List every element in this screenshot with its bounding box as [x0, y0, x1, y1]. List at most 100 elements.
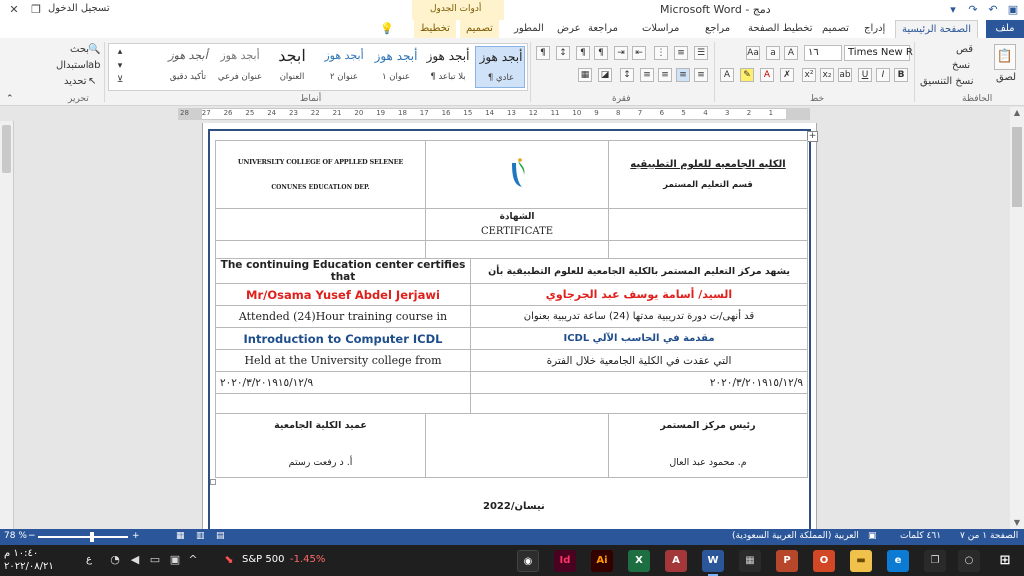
tab-design[interactable]: تصميم: [816, 20, 855, 38]
tab-references[interactable]: مراجع: [699, 20, 736, 38]
table-cell[interactable]: الشهادة CERTIFICATE: [425, 208, 609, 241]
access-icon[interactable]: A: [665, 550, 687, 572]
excel-icon[interactable]: X: [628, 550, 650, 572]
document-page[interactable]: + UNIVERSLTY COLLEGE OF APPLLED SELENEE …: [202, 123, 818, 531]
illustrator-icon[interactable]: Ai: [591, 550, 613, 572]
table-resize-handle-icon[interactable]: [210, 479, 216, 485]
clear-format-icon[interactable]: ✗: [780, 68, 794, 82]
justify-icon[interactable]: ≡: [640, 68, 654, 82]
store-icon[interactable]: ▦: [739, 550, 761, 572]
paste-button[interactable]: لصق: [996, 72, 1016, 83]
shrink-font-icon[interactable]: a: [766, 46, 780, 60]
table-cell[interactable]: [608, 208, 808, 241]
strikethrough-icon[interactable]: ab: [838, 68, 852, 82]
bold-button[interactable]: B: [894, 68, 908, 82]
bullets-icon[interactable]: ☰: [694, 46, 708, 60]
tab-insert[interactable]: إدراج: [858, 20, 891, 38]
superscript-icon[interactable]: x²: [802, 68, 816, 82]
web-layout-icon[interactable]: ▦: [176, 531, 185, 541]
ltr-icon[interactable]: ¶: [576, 46, 590, 60]
zoom-slider-thumb[interactable]: [90, 532, 94, 542]
table-cell[interactable]: [215, 393, 471, 414]
align-right-icon[interactable]: ≡: [694, 68, 708, 82]
scroll-up-arrow-icon[interactable]: ▲: [1010, 107, 1024, 119]
clock-date[interactable]: ٢٠٢٢/٠٨/٢١: [4, 561, 54, 572]
font-name-box[interactable]: Times New R: [844, 45, 913, 61]
zoom-slider[interactable]: [38, 536, 128, 538]
style-title[interactable]: ابجد العنوان: [267, 46, 317, 88]
table-cell[interactable]: [215, 208, 426, 241]
table-cell[interactable]: [425, 140, 609, 209]
line-spacing-icon[interactable]: ↕: [620, 68, 634, 82]
start-icon[interactable]: ⊞: [994, 550, 1016, 572]
tab-layout[interactable]: تخطيط الصفحة: [742, 20, 819, 38]
table-cell[interactable]: [215, 240, 426, 259]
show-marks-icon[interactable]: ¶: [536, 46, 550, 60]
table-cell[interactable]: UNIVERSLTY COLLEGE OF APPLLED SELENEE CO…: [215, 140, 426, 209]
tab-view[interactable]: عرض: [551, 20, 587, 38]
save-icon[interactable]: ▣: [1004, 2, 1022, 18]
restore-icon[interactable]: ❐: [26, 2, 46, 18]
select-button[interactable]: تحديد: [64, 76, 87, 87]
table-cell[interactable]: [608, 240, 808, 259]
file-explorer-icon[interactable]: ▬: [850, 550, 872, 572]
more-styles-icon[interactable]: ⊻: [113, 74, 127, 88]
scrollbar-thumb[interactable]: [1012, 127, 1022, 207]
text-effects-icon[interactable]: A: [720, 68, 734, 82]
cut-button[interactable]: قص: [956, 44, 973, 55]
table-cell[interactable]: [425, 240, 609, 259]
read-mode-icon[interactable]: ▤: [216, 531, 225, 541]
zoom-level[interactable]: 78 %: [4, 531, 27, 541]
tab-table-design[interactable]: تصميم: [460, 20, 499, 38]
table-cell[interactable]: عميد الكلية الجامعية أ. د رفعت رستم: [215, 413, 426, 478]
word-icon[interactable]: W: [702, 550, 724, 576]
underline-button[interactable]: U: [858, 68, 872, 82]
rtl-icon[interactable]: ¶: [594, 46, 608, 60]
table-move-handle-icon[interactable]: +: [807, 131, 818, 142]
grow-font-icon[interactable]: A: [784, 46, 798, 60]
certificate-table[interactable]: UNIVERSLTY COLLEGE OF APPLLED SELENEE CO…: [215, 140, 808, 478]
powerpoint-icon[interactable]: P: [776, 550, 798, 572]
volume-icon[interactable]: ◀: [128, 553, 142, 567]
find-button[interactable]: بحث: [70, 44, 89, 55]
tab-table-layout[interactable]: تخطيط: [414, 20, 456, 38]
subscript-icon[interactable]: x₂: [820, 68, 834, 82]
table-cell[interactable]: [470, 393, 808, 414]
format-painter-button[interactable]: نسخ التنسيق: [920, 76, 973, 87]
undo-icon[interactable]: ↶: [984, 2, 1002, 18]
borders-icon[interactable]: ▦: [578, 68, 592, 82]
style-subtle-emphasis[interactable]: أبجد هوز تأكيد دقيق: [163, 46, 213, 88]
stock-change[interactable]: -1.45%: [290, 554, 325, 565]
copy-button[interactable]: نسخ: [952, 60, 970, 71]
close-icon[interactable]: ✕: [4, 2, 24, 18]
style-normal[interactable]: أبجد هوز ¶ عادي: [475, 46, 525, 88]
align-left-icon[interactable]: ≡: [658, 68, 672, 82]
task-view-icon[interactable]: ❐: [924, 550, 946, 572]
align-center-icon[interactable]: ≡: [676, 68, 690, 82]
decrease-indent-icon[interactable]: ⇤: [632, 46, 646, 60]
edge-icon[interactable]: e: [887, 550, 909, 572]
italic-button[interactable]: I: [876, 68, 890, 82]
shading-icon[interactable]: ◪: [598, 68, 612, 82]
redo-icon[interactable]: ↷: [964, 2, 982, 18]
collapse-ribbon-icon[interactable]: ⌃: [6, 94, 14, 104]
show-hidden-icons-icon[interactable]: ^: [186, 553, 200, 567]
network-icon[interactable]: ▣: [168, 553, 182, 567]
table-cell[interactable]: رئيس مركز المستمر م. محمود عبد العال: [608, 413, 808, 478]
lightbulb-icon[interactable]: 💡: [380, 22, 394, 36]
scroll-up-icon[interactable]: ▴: [113, 46, 127, 60]
tab-mailings[interactable]: مراسلات: [636, 20, 685, 38]
multilevel-list-icon[interactable]: ⋮: [654, 46, 668, 60]
table-cell[interactable]: الكليه الجامعيه للعلوم التطبيقيه قسم الت…: [608, 140, 808, 209]
table-cell[interactable]: [425, 413, 609, 478]
battery-icon[interactable]: ▭: [148, 553, 162, 567]
style-heading-1[interactable]: أبجد هوز عنوان ١: [371, 46, 421, 88]
stock-name[interactable]: S&P 500: [242, 554, 284, 565]
style-subtitle[interactable]: أبجد هوز عنوان فرعي: [215, 46, 265, 88]
tab-review[interactable]: مراجعة: [582, 20, 624, 38]
sort-icon[interactable]: ↕: [556, 46, 570, 60]
wifi-icon[interactable]: ◔: [108, 553, 122, 567]
indesign-icon[interactable]: Id: [554, 550, 576, 572]
sign-in-link[interactable]: تسجيل الدخول: [48, 3, 110, 14]
replace-button[interactable]: استبدال: [56, 60, 89, 71]
